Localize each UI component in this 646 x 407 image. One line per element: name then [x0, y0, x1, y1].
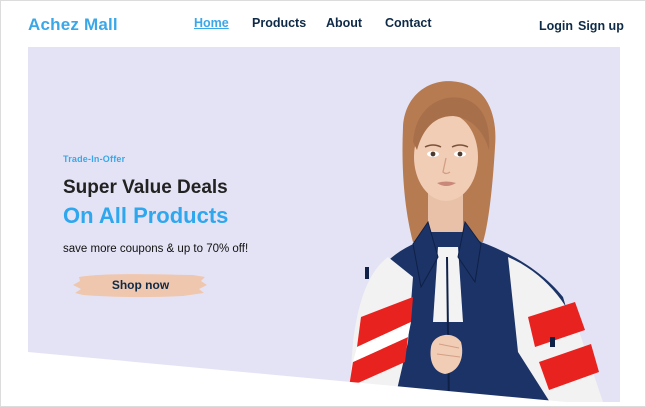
hero-highlight: On All Products [63, 203, 229, 228]
nav-about-link[interactable]: About [326, 16, 362, 30]
page-frame: Achez Mall Home Products About Contact L… [0, 0, 646, 407]
login-link[interactable]: Login [539, 19, 573, 33]
shop-now-button[interactable]: Shop now [73, 271, 208, 299]
hero-banner: Trade-In-Offer Super Value Deals On All … [28, 47, 620, 402]
hero-subtitle: save more coupons & up to 70% off! [63, 243, 249, 255]
hero-headline: Super Value Deals [63, 177, 228, 198]
nav-contact-link[interactable]: Contact [385, 16, 432, 30]
nav-home-link[interactable]: Home [194, 16, 229, 30]
site-logo[interactable]: Achez Mall [28, 15, 118, 35]
signup-link[interactable]: Sign up [578, 19, 624, 33]
trade-in-tag: Trade-In-Offer [63, 154, 126, 164]
shop-now-label: Shop now [111, 278, 170, 292]
nav-products-link[interactable]: Products [252, 16, 306, 30]
